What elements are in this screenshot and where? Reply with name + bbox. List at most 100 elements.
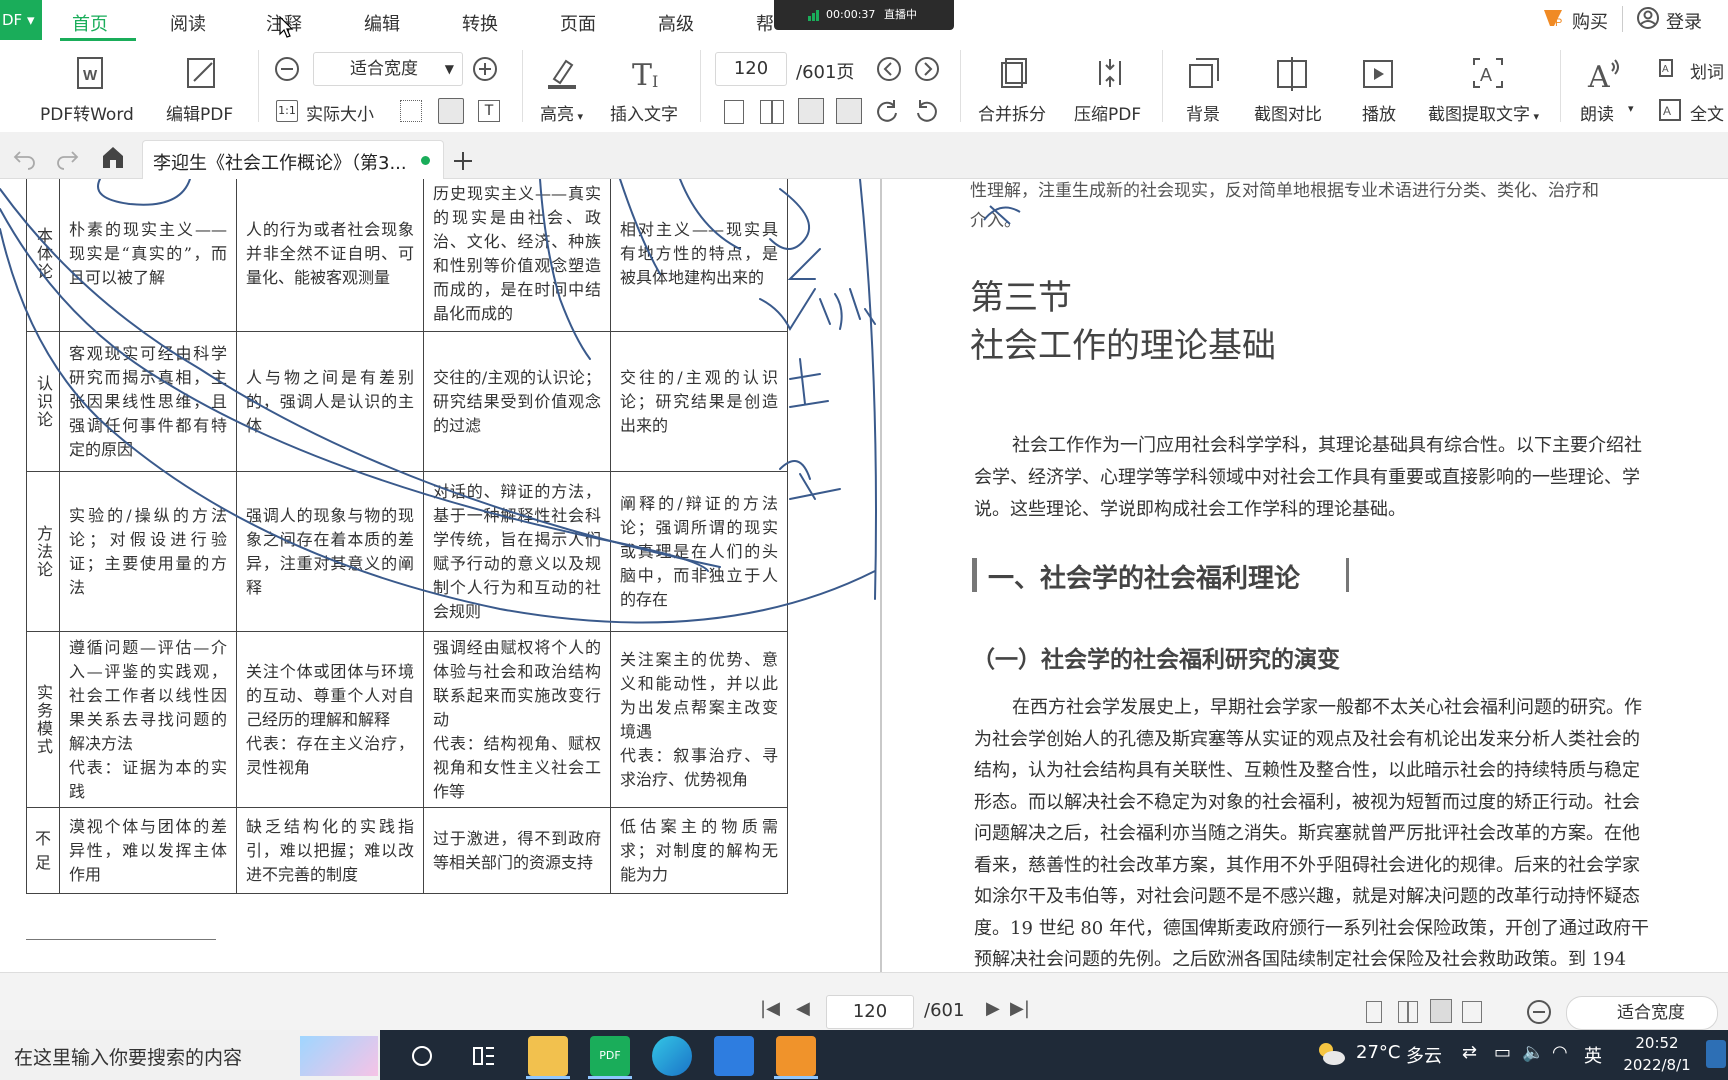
pdf-app-icon[interactable]: PDF (590, 1036, 630, 1076)
grid-view-icon[interactable] (1462, 1001, 1482, 1023)
continuous-double-icon[interactable] (798, 98, 824, 124)
menu-read[interactable]: 阅读 (170, 10, 206, 36)
double-page-view-icon[interactable] (1398, 1001, 1418, 1023)
battery-icon[interactable]: ▭ (1494, 1042, 1511, 1063)
tab-title: 李迎生《社会工作概论》（第3... (153, 153, 407, 174)
fit-page-icon[interactable] (400, 100, 422, 122)
notification-icon[interactable] (1706, 1040, 1726, 1068)
network-settings-icon[interactable]: ⇄ (1462, 1042, 1477, 1063)
ink-annotation[interactable] (0, 179, 880, 972)
section-number: 第三节 (970, 278, 1072, 318)
read-aloud-button[interactable]: 朗读 (1580, 100, 1614, 125)
menu-convert[interactable]: 转换 (462, 10, 498, 36)
mouse-cursor-icon (279, 16, 294, 38)
word-lookup-icon: A (1659, 59, 1673, 77)
merge-split-button[interactable]: 合并拆分 (978, 100, 1046, 125)
clock-time[interactable]: 20:52 (1620, 1034, 1694, 1052)
user-icon[interactable] (1636, 6, 1660, 30)
single-page-icon[interactable] (724, 100, 744, 124)
zoom-out-icon[interactable] (1526, 999, 1552, 1025)
menu-advanced[interactable]: 高级 (658, 10, 694, 36)
svg-text:I: I (652, 72, 658, 91)
rotate-right-icon[interactable] (874, 98, 900, 124)
single-page-view-icon[interactable] (1366, 1001, 1382, 1023)
edit-pdf-button[interactable]: 编辑PDF (166, 100, 233, 125)
home-icon[interactable] (100, 144, 126, 170)
fit-width-icon[interactable] (438, 98, 464, 124)
zoom-in-icon[interactable] (472, 56, 498, 82)
screenshot-compare-button[interactable]: 截图对比 (1254, 100, 1322, 125)
volume-icon[interactable]: 🔈 (1522, 1042, 1544, 1063)
double-page-icon[interactable] (760, 100, 784, 124)
prev-page-icon[interactable]: ◀ (796, 998, 810, 1019)
insert-text-button[interactable]: 插入文字 (610, 100, 678, 125)
svg-text:A: A (1662, 64, 1669, 75)
continuous-single-icon[interactable] (836, 98, 862, 124)
app-icon[interactable] (714, 1036, 754, 1076)
task-view-icon[interactable] (470, 1042, 498, 1070)
highlight-icon (548, 59, 576, 89)
active-app-indicator (774, 1076, 818, 1079)
word-lookup-button[interactable]: 划词 (1690, 58, 1724, 83)
tab-document[interactable]: 李迎生《社会工作概论》（第3... (142, 140, 444, 179)
page-text-line: 性理解，注重生成新的社会现实，反对简单地根据专业术语进行分类、类化、治疗和 (970, 181, 1599, 201)
menu-home[interactable]: 首页 (72, 10, 108, 36)
paragraph-line: 结构，认为社会结构具有关联性、互赖性及整合性，以此暗示社会的持续特质与稳定 (974, 760, 1640, 781)
compress-pdf-icon (1099, 59, 1121, 87)
cortana-icon[interactable] (408, 1042, 436, 1070)
file-explorer-icon[interactable] (528, 1036, 568, 1076)
menu-help[interactable]: 帮 (756, 10, 774, 36)
paragraph-line: 说。这些理论、学说即构成社会工作学科的理论基础。 (974, 499, 1406, 520)
next-page-icon[interactable]: ▶ (986, 998, 1000, 1019)
svg-text:T: T (632, 58, 652, 91)
new-tab-icon[interactable] (452, 150, 474, 172)
weather-icon (1319, 1043, 1345, 1065)
divider (1560, 50, 1561, 122)
ime-indicator[interactable]: 英 (1584, 1042, 1602, 1068)
nav-zoom-select[interactable]: 适合宽度 (1566, 996, 1718, 1030)
page-total: /601页 (796, 62, 855, 83)
play-button[interactable]: 播放 (1362, 100, 1396, 125)
weather-temp[interactable]: 27°C (1356, 1042, 1400, 1063)
edge-browser-icon[interactable] (652, 1036, 692, 1076)
clock-date[interactable]: 2022/8/1 (1614, 1056, 1700, 1074)
play-icon (1363, 60, 1393, 88)
text-select-icon[interactable]: T (478, 100, 500, 122)
nav-page-input[interactable]: 120 (826, 995, 914, 1029)
page-number-input[interactable]: 120 (715, 52, 787, 86)
read-aloud-icon: A (1587, 59, 1619, 91)
recorder-app-icon[interactable] (776, 1036, 816, 1076)
weather-text[interactable]: 多云 (1406, 1042, 1442, 1068)
zoom-out-icon[interactable] (274, 56, 300, 82)
redo-icon[interactable] (54, 146, 80, 170)
full-text-button[interactable]: 全文 (1690, 100, 1724, 125)
actual-size-button[interactable]: 实际大小 (306, 100, 374, 125)
last-page-icon[interactable]: ▶| (1010, 998, 1030, 1019)
zoom-select[interactable]: 适合宽度 ▼ (313, 52, 463, 86)
svg-text:W: W (83, 67, 98, 84)
full-text-icon: A (1659, 99, 1681, 121)
undo-icon[interactable] (12, 146, 38, 170)
pdf-to-word-button[interactable]: PDF转Word (40, 100, 134, 125)
buy-button[interactable]: 购买 (1572, 8, 1608, 34)
next-page-icon[interactable] (914, 56, 940, 82)
login-button[interactable]: 登录 (1666, 8, 1702, 34)
menu-edit[interactable]: 编辑 (364, 10, 400, 36)
svg-text:A: A (1480, 65, 1492, 85)
section-title: 社会工作的理论基础 (970, 326, 1276, 366)
prev-page-icon[interactable] (876, 56, 902, 82)
continuous-view-icon[interactable] (1430, 999, 1452, 1023)
extract-text-icon: A (1473, 58, 1503, 88)
heading-2: （一）社会学的社会福利研究的演变 (972, 646, 1340, 673)
highlight-button[interactable]: 高亮 ▾ (540, 100, 583, 125)
app-logo[interactable]: DF ▾ (0, 0, 42, 40)
menu-page[interactable]: 页面 (560, 10, 596, 36)
wifi-icon[interactable]: ◠ (1552, 1042, 1568, 1063)
chevron-down-icon[interactable]: ▾ (1628, 102, 1634, 115)
background-button[interactable]: 背景 (1186, 100, 1220, 125)
extract-text-button[interactable]: 截图提取文字 ▾ (1428, 100, 1539, 125)
rotate-left-icon[interactable] (914, 98, 940, 124)
divider (700, 50, 701, 122)
first-page-icon[interactable]: |◀ (760, 998, 780, 1019)
compress-pdf-button[interactable]: 压缩PDF (1074, 100, 1141, 125)
